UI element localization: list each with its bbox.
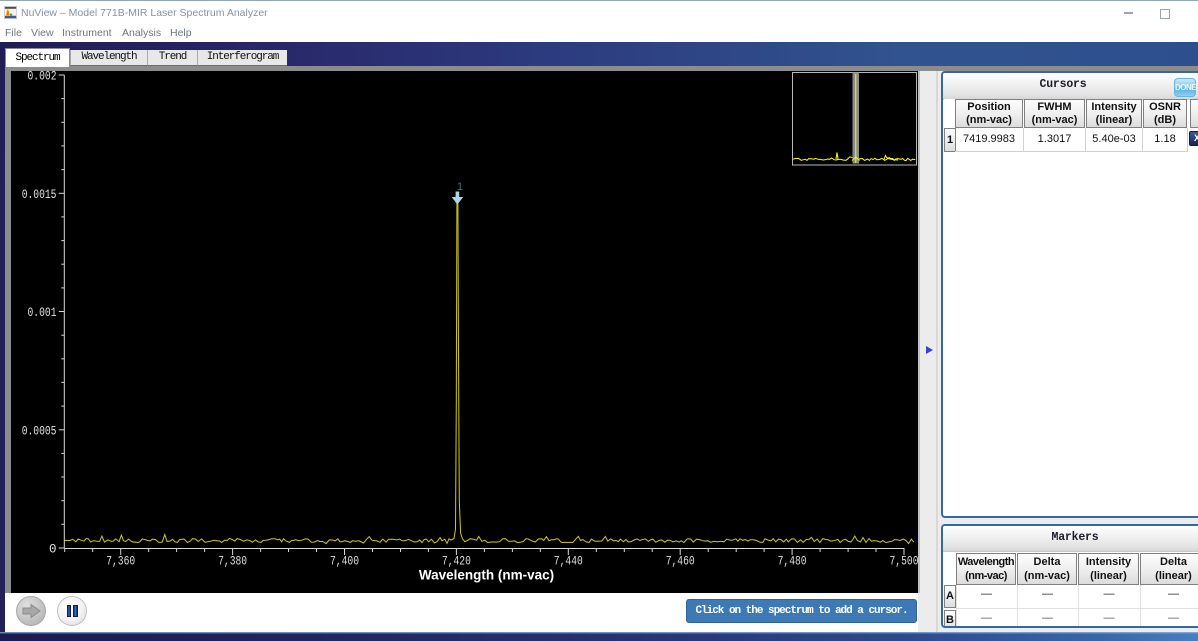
svg-text:0.0005: 0.0005 — [22, 424, 57, 438]
svg-text:0.0015: 0.0015 — [22, 188, 57, 202]
svg-text:7,400: 7,400 — [330, 555, 359, 569]
svg-text:7,500: 7,500 — [890, 555, 919, 569]
svg-text:0: 0 — [49, 543, 57, 557]
svg-text:7,440: 7,440 — [554, 555, 583, 569]
svg-text:0.002: 0.002 — [28, 71, 57, 84]
svg-text:Wavelength (nm-vac): Wavelength (nm-vac) — [419, 568, 554, 583]
svg-text:7,480: 7,480 — [778, 555, 807, 569]
svg-text:0.001: 0.001 — [28, 306, 57, 320]
svg-text:1: 1 — [457, 181, 463, 193]
svg-text:7,380: 7,380 — [218, 555, 247, 569]
svg-text:7,460: 7,460 — [666, 555, 695, 569]
svg-text:7,360: 7,360 — [106, 555, 135, 569]
svg-text:7,420: 7,420 — [442, 555, 471, 569]
